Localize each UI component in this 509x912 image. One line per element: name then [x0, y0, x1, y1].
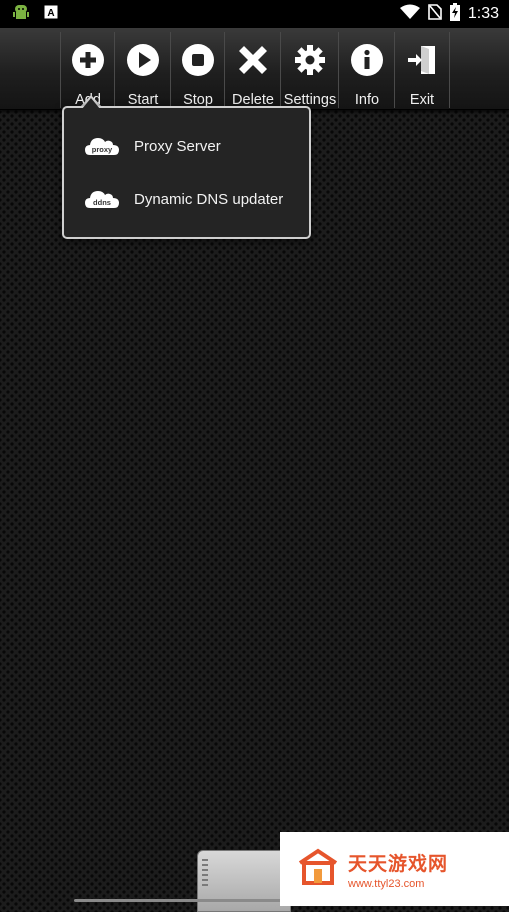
x-icon: [236, 36, 270, 83]
bottom-line: [74, 899, 282, 902]
exit-button[interactable]: Exit: [394, 32, 450, 108]
toolbar: Add Start Stop Delete Settings Info Exit: [0, 28, 509, 110]
menu-item-label: Proxy Server: [134, 137, 221, 155]
proxy-cloud-icon: proxy: [84, 133, 120, 159]
status-bar: A 1:33: [0, 0, 509, 28]
menu-item-proxy-server[interactable]: proxy Proxy Server: [64, 121, 309, 171]
battery-charging-icon: [449, 2, 460, 26]
bottom-drawer-handle[interactable]: [197, 850, 291, 912]
android-robot-icon: [12, 3, 30, 26]
exit-label: Exit: [409, 92, 435, 108]
info-button[interactable]: Info: [338, 32, 395, 108]
plus-circle-icon: [71, 36, 105, 83]
wifi-icon: [399, 4, 420, 25]
stop-button[interactable]: Stop: [170, 32, 225, 108]
start-button[interactable]: Start: [114, 32, 171, 108]
status-time: 1:33: [467, 5, 499, 22]
a-notification-icon: A: [44, 5, 58, 24]
menu-item-label: Dynamic DNS updater: [134, 190, 284, 208]
watermark-logo-icon: [296, 847, 340, 892]
menu-item-dynamic-dns-updater[interactable]: ddns Dynamic DNS updater: [64, 174, 309, 224]
watermark: 天天游戏网 www.ttyl23.com: [280, 832, 509, 906]
watermark-name: 天天游戏网: [348, 853, 449, 875]
svg-text:A: A: [47, 8, 54, 19]
exit-door-icon: [405, 36, 439, 83]
proxy-icon-text: proxy: [92, 145, 113, 154]
stop-icon: [181, 36, 215, 83]
watermark-url: www.ttyl23.com: [348, 877, 425, 890]
popup-arrow-inner: [82, 98, 100, 109]
no-sim-icon: [428, 3, 442, 25]
ddns-cloud-icon: ddns: [84, 186, 120, 212]
add-menu-popup: proxy Proxy Server ddns Dynamic DNS upda…: [62, 106, 311, 239]
play-icon: [126, 36, 160, 83]
gear-icon: [293, 36, 327, 83]
grip-icon: [202, 859, 208, 886]
ddns-icon-text: ddns: [93, 198, 111, 207]
delete-button[interactable]: Delete: [224, 32, 281, 108]
settings-button[interactable]: Settings: [280, 32, 339, 108]
info-icon: [350, 36, 384, 83]
info-label: Info: [354, 92, 380, 108]
